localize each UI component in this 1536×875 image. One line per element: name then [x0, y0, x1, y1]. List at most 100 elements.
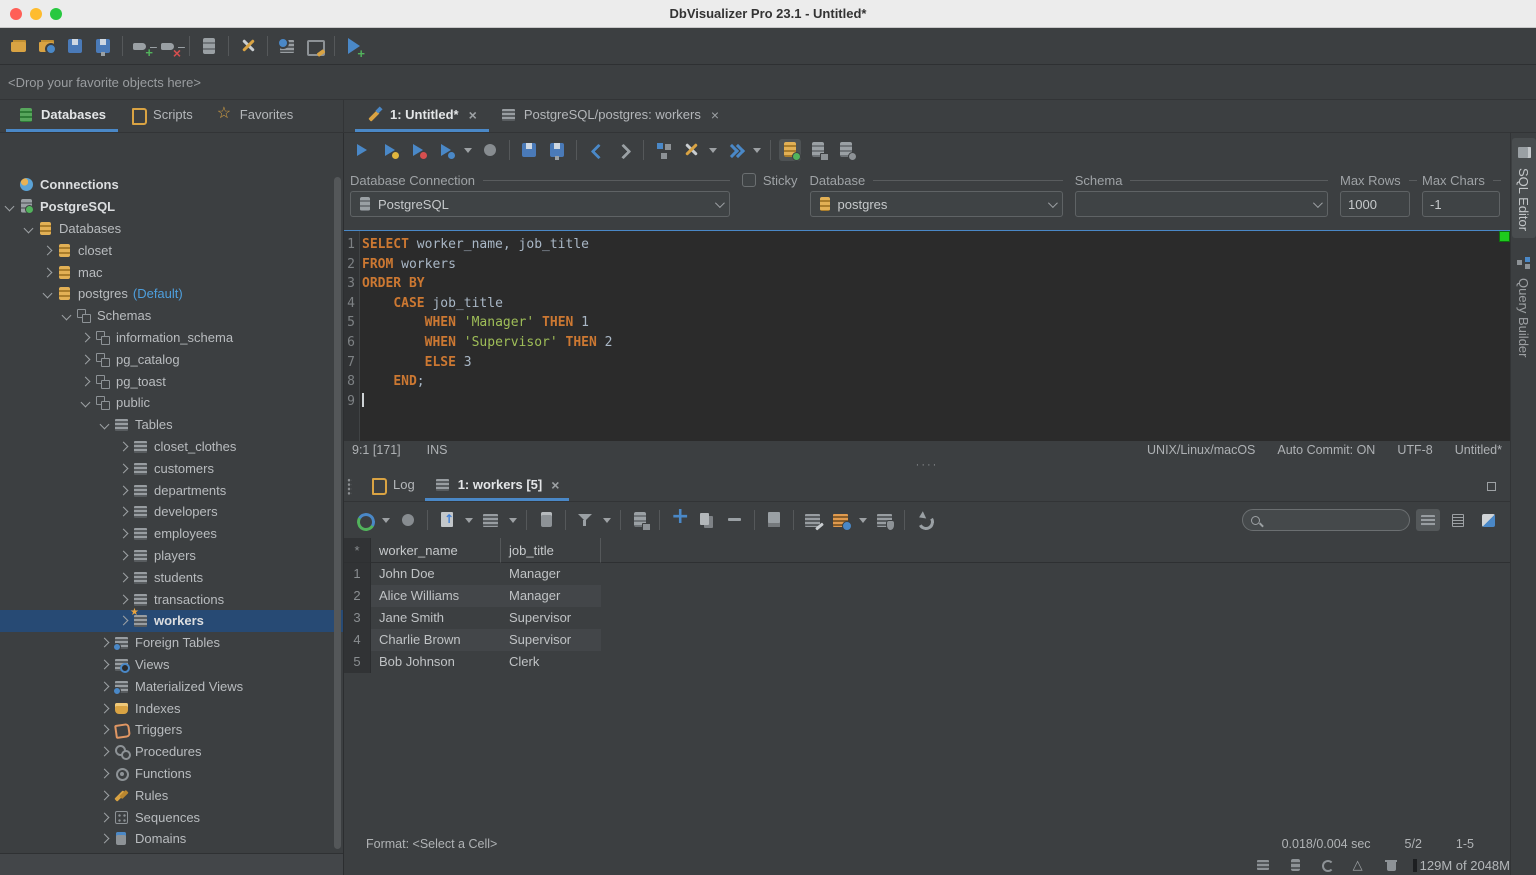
fwd-icon[interactable] — [613, 139, 635, 161]
memory-indicator[interactable]: 129M of 2048M — [1412, 858, 1510, 873]
encoding[interactable]: UTF-8 — [1397, 443, 1432, 457]
tree-item-tables[interactable]: Tables — [0, 414, 343, 436]
chevron-open-icon[interactable] — [61, 310, 72, 321]
tab-favorites[interactable]: Favorites — [205, 100, 305, 132]
play-yellow-icon[interactable] — [379, 139, 401, 161]
chevron-closed-icon[interactable] — [99, 724, 110, 735]
results-tab-1-workers-5[interactable]: 1: workers [5] × — [424, 471, 570, 501]
close-window-button[interactable] — [10, 7, 22, 20]
minus-icon[interactable] — [724, 509, 746, 531]
folder-open-icon[interactable] — [8, 35, 30, 57]
grid-edit-icon[interactable] — [802, 509, 824, 531]
tree-item-domains[interactable]: Domains — [0, 828, 343, 850]
cell-job-title[interactable]: Supervisor — [501, 629, 601, 651]
chevron-closed-icon[interactable] — [118, 615, 129, 626]
code-line[interactable]: 9 — [344, 392, 1510, 412]
cell-job-title[interactable]: Manager — [501, 585, 601, 607]
chevron-closed-icon[interactable] — [99, 746, 110, 757]
back-icon[interactable] — [585, 139, 607, 161]
play-plus-icon[interactable] — [343, 35, 365, 60]
undo-icon[interactable] — [913, 509, 935, 531]
tree-item-pg-toast[interactable]: pg_toast — [0, 370, 343, 392]
stop-icon[interactable] — [479, 139, 501, 161]
chevron-closed-icon[interactable] — [99, 833, 110, 844]
chevron-closed-icon[interactable] — [99, 681, 110, 692]
connect-icon[interactable] — [131, 35, 153, 59]
sticky-checkbox[interactable] — [741, 173, 756, 187]
code-line[interactable]: 6 WHEN 'Supervisor' THEN 2 — [344, 333, 1510, 353]
connection-select[interactable]: PostgreSQL — [350, 191, 730, 217]
database-select[interactable]: postgres — [809, 191, 1063, 217]
cell-worker-name[interactable]: Charlie Brown — [371, 629, 501, 651]
export-icon[interactable] — [436, 509, 458, 531]
code-line[interactable]: 2 FROM workers — [344, 255, 1510, 275]
chevron-closed-icon[interactable] — [80, 354, 91, 365]
chevron-closed-icon[interactable] — [118, 528, 129, 539]
tree-item-foreign-tables[interactable]: Foreign Tables — [0, 632, 343, 654]
split-view-button[interactable] — [1476, 509, 1500, 531]
side-tab-query-builder[interactable]: Query Builder — [1512, 248, 1536, 364]
tree-item-pg-catalog[interactable]: pg_catalog — [0, 348, 343, 370]
close-icon[interactable]: × — [469, 107, 477, 123]
edit-page-icon[interactable] — [763, 509, 785, 531]
chevron-closed-icon[interactable] — [42, 267, 53, 278]
chevron-open-icon[interactable] — [4, 201, 15, 212]
code-line[interactable]: 8 END; — [344, 372, 1510, 392]
row-number-header[interactable]: * — [344, 538, 371, 563]
tree-item-views[interactable]: Views — [0, 654, 343, 676]
search-input[interactable] — [1265, 513, 1401, 527]
tree-item-closet-clothes[interactable]: closet_clothes — [0, 436, 343, 458]
grid-gear-icon[interactable] — [830, 509, 852, 531]
db-active-icon[interactable] — [779, 139, 801, 161]
code-line[interactable]: 3 ORDER BY — [344, 274, 1510, 294]
line-ending[interactable]: UNIX/Linux/macOS — [1147, 443, 1255, 457]
db-save-icon[interactable] — [629, 509, 651, 531]
play-icon[interactable] — [351, 139, 373, 161]
panel-drag-handle[interactable] — [347, 477, 352, 495]
chevron-down-icon[interactable] — [753, 147, 761, 153]
chevron-closed-icon[interactable] — [99, 659, 110, 670]
chevron-closed-icon[interactable] — [118, 485, 129, 495]
tree-item-schemas[interactable]: Schemas — [0, 305, 343, 327]
favorites-drop-bar[interactable]: <Drop your favorite objects here> — [0, 65, 1536, 100]
cell-job-title[interactable]: Supervisor — [501, 607, 601, 629]
chevron-closed-icon[interactable] — [99, 637, 110, 648]
chevron-closed-icon[interactable] — [42, 245, 53, 256]
db-gray-icon[interactable] — [835, 139, 857, 161]
editor-tab-1-untitled[interactable]: 1: Untitled* × — [355, 100, 489, 132]
cell-job-title[interactable]: Clerk — [501, 651, 601, 673]
copy-icon[interactable] — [696, 509, 718, 531]
tree-item-players[interactable]: players — [0, 545, 343, 567]
play-blue-icon[interactable] — [435, 139, 457, 161]
tab-databases[interactable]: Databases — [6, 100, 119, 132]
tree-item-connections[interactable]: Connections — [0, 174, 343, 196]
tree-item-students[interactable]: students — [0, 566, 343, 588]
chevron-down-icon[interactable] — [859, 517, 867, 523]
refresh-icon[interactable] — [353, 509, 375, 531]
chevron-down-icon[interactable] — [464, 147, 472, 153]
chevron-closed-icon[interactable] — [118, 463, 129, 474]
runto-icon[interactable] — [724, 139, 746, 161]
chevron-down-icon[interactable] — [509, 517, 517, 523]
play-red-icon[interactable] — [407, 139, 429, 161]
chevron-closed-icon[interactable] — [99, 768, 110, 779]
zoom-window-button[interactable] — [50, 7, 62, 20]
tree-item-employees[interactable]: employees — [0, 523, 343, 545]
chevron-down-icon[interactable] — [382, 517, 390, 523]
column-header-job-title[interactable]: job_title — [501, 538, 601, 563]
mini-grid-icon[interactable] — [1255, 857, 1271, 873]
grid-view-button[interactable] — [1416, 509, 1440, 531]
chevron-open-icon[interactable] — [99, 419, 110, 430]
tools-icon[interactable] — [237, 35, 259, 57]
close-icon[interactable]: × — [551, 477, 559, 493]
tree-item-sequences[interactable]: Sequences — [0, 806, 343, 828]
tree-item-closet[interactable]: closet — [0, 239, 343, 261]
folder-badge-icon[interactable] — [36, 35, 58, 57]
tree-item-procedures[interactable]: Procedures — [0, 741, 343, 763]
plus-icon[interactable] — [668, 506, 690, 531]
chevron-closed-icon[interactable] — [118, 441, 129, 452]
chevron-closed-icon[interactable] — [118, 506, 129, 517]
chevron-closed-icon[interactable] — [99, 812, 110, 822]
tree-item-mac[interactable]: mac — [0, 261, 343, 283]
tree-item-transactions[interactable]: transactions — [0, 588, 343, 610]
